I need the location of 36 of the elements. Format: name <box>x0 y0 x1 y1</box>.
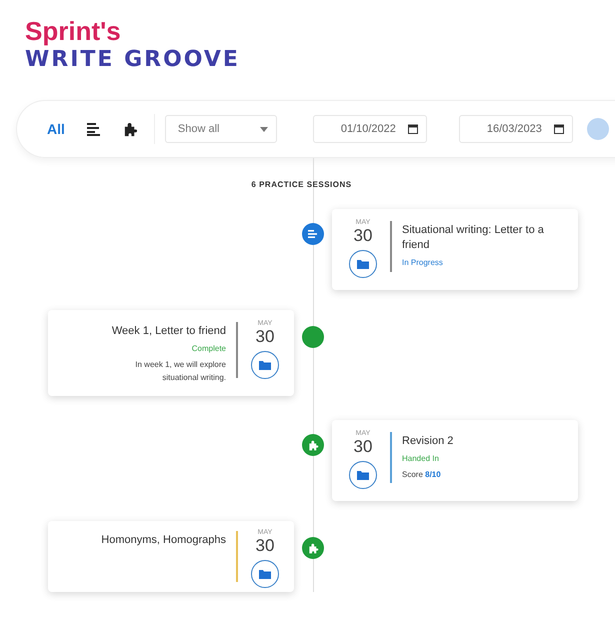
session-title: Week 1, Letter to friend <box>110 324 226 339</box>
folder-icon <box>259 569 271 579</box>
sessions-count: 6 PRACTICE SESSIONS <box>250 179 353 191</box>
session-status: Handed In <box>402 454 440 463</box>
session-title: Situational writing: Letter to a friend <box>402 223 545 253</box>
puzzle-icon <box>308 542 318 554</box>
end-date-field[interactable]: 16/03/2023 <box>458 115 573 143</box>
open-folder-button[interactable] <box>349 461 377 489</box>
all-tab[interactable]: All <box>41 117 71 141</box>
calendar-icon <box>554 124 564 134</box>
session-status: Complete <box>190 344 226 353</box>
logo-title: Sprint's <box>25 16 122 46</box>
caret-icon <box>260 126 268 132</box>
folder-icon <box>357 470 369 480</box>
session-day: 30 <box>354 437 372 457</box>
session-day: 30 <box>256 536 274 556</box>
session-title: Homonyms, Homographs <box>100 533 226 548</box>
open-folder-button[interactable] <box>251 351 279 379</box>
folder-icon <box>357 259 369 269</box>
open-folder-button[interactable] <box>349 250 377 278</box>
folder-icon <box>259 360 271 370</box>
puzzle-icon <box>308 440 318 450</box>
filter-select[interactable]: Show all <box>164 115 277 143</box>
session-day: 30 <box>256 327 274 347</box>
start-date-field[interactable]: 01/10/2022 <box>312 115 427 143</box>
session-score: Score 8/10 <box>402 469 442 481</box>
session-status: In Progress <box>402 258 444 267</box>
calendar-icon <box>408 124 418 134</box>
session-title: Revision 2 <box>402 434 454 449</box>
document-icon <box>308 229 318 239</box>
logo-subtitle: WRITE GROOVE <box>25 46 241 74</box>
open-folder-button[interactable] <box>251 560 279 588</box>
session-day: 30 <box>354 226 372 246</box>
puzzle-icon <box>122 122 138 136</box>
list-icon <box>86 122 101 136</box>
session-description: In week 1, we will explore situational writing. <box>134 359 226 384</box>
